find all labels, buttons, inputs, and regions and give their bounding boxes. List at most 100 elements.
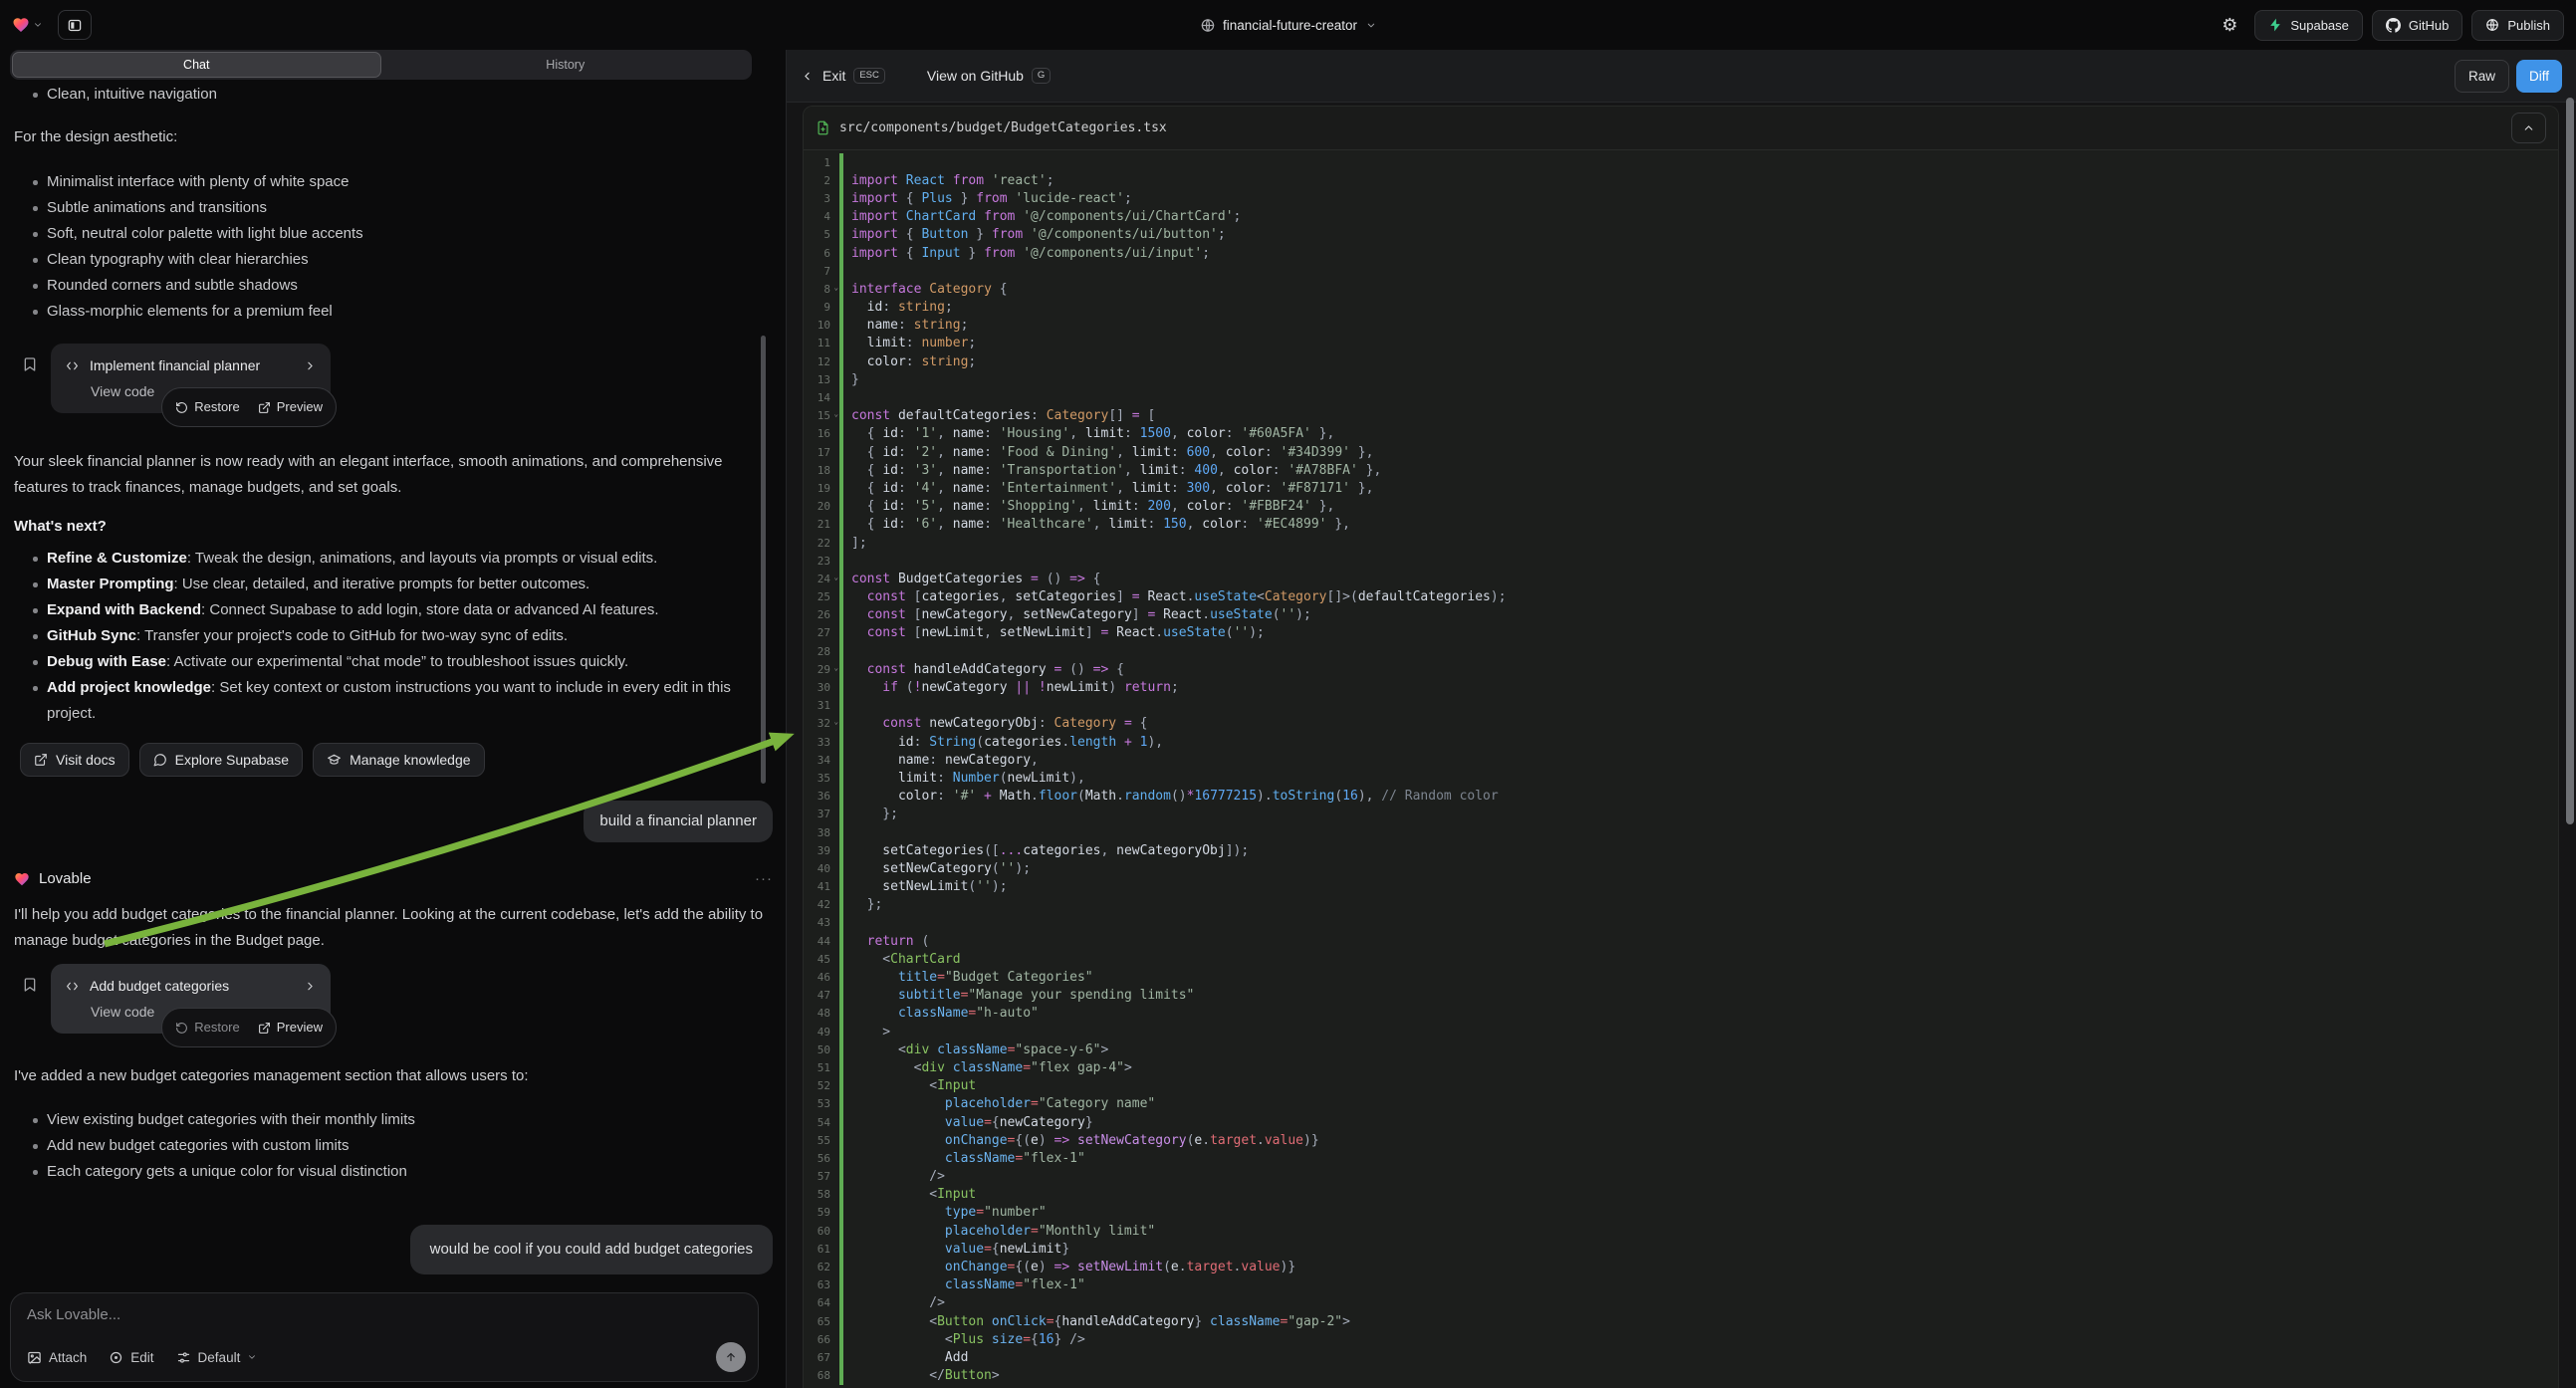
tab-chat[interactable]: Chat — [12, 52, 381, 78]
sliders-icon — [176, 1350, 191, 1365]
external-link-icon — [258, 1022, 271, 1035]
supabase-button[interactable]: Supabase — [2254, 10, 2363, 41]
restore-preview-pill: Restore Preview — [161, 387, 337, 427]
add-budget-categories-card[interactable]: Add budget categories View code Restore … — [51, 964, 331, 1034]
more-menu-icon[interactable]: ··· — [755, 866, 773, 892]
view-on-github-button[interactable]: View on GitHub G — [927, 68, 1051, 84]
chevron-down-icon — [247, 1352, 257, 1362]
bookmark-icon[interactable] — [22, 977, 38, 1034]
file-header[interactable]: src/components/budget/BudgetCategories.t… — [804, 107, 2558, 150]
chevron-right-icon — [304, 980, 317, 993]
chat-message-list[interactable]: Clean, intuitive navigation For the desi… — [0, 82, 787, 1292]
list-item: Add project knowledge: Set key context o… — [14, 675, 773, 727]
code-line: 43 — [804, 914, 2558, 932]
chat-panel: Chat History Clean, intuitive navigation… — [0, 50, 787, 1388]
restore-preview-pill: Restore Preview — [161, 1008, 337, 1047]
code-line: 46 title="Budget Categories" — [804, 968, 2558, 986]
top-bar: financial-future-creator ⚙ Supabase GitH… — [0, 0, 2576, 50]
code-line: 66 <Plus size={16} /> — [804, 1330, 2558, 1348]
code-line: 18 { id: '3', name: 'Transportation', li… — [804, 461, 2558, 479]
mode-selector[interactable]: Default — [176, 1350, 258, 1365]
code-line: 61 value={newLimit} — [804, 1240, 2558, 1258]
exit-button[interactable]: Exit ESC — [822, 68, 885, 84]
code-line: 15const defaultCategories: Category[] = … — [804, 407, 2558, 425]
github-button[interactable]: GitHub — [2372, 10, 2462, 41]
code-line: 36 color: '#' + Math.floor(Math.random()… — [804, 788, 2558, 806]
code-line: 1 — [804, 153, 2558, 171]
window-scrollbar[interactable] — [2566, 98, 2574, 824]
esc-key-badge: ESC — [853, 68, 885, 84]
project-switcher[interactable]: financial-future-creator — [1200, 18, 1376, 33]
code-line: 13} — [804, 370, 2558, 388]
code-line: 67 Add — [804, 1348, 2558, 1366]
send-button[interactable] — [716, 1342, 746, 1372]
globe-icon — [2485, 18, 2499, 32]
publish-button[interactable]: Publish — [2471, 10, 2564, 41]
code-line: 42 }; — [804, 896, 2558, 914]
code-line: 44 return ( — [804, 932, 2558, 950]
restore-button[interactable]: Restore — [175, 394, 240, 420]
collapse-file-button[interactable] — [2511, 113, 2546, 143]
tab-history[interactable]: History — [381, 52, 751, 78]
tool-card-title: Add budget categories — [90, 976, 229, 996]
code-icon — [65, 359, 80, 372]
code-editor[interactable]: 12import React from 'react';3import { Pl… — [804, 150, 2558, 1388]
restore-button[interactable]: Restore — [175, 1015, 240, 1041]
code-line: 68 </Button> — [804, 1367, 2558, 1385]
code-line: 14 — [804, 388, 2558, 406]
list-item: Rounded corners and subtle shadows — [14, 273, 773, 299]
code-line: 12 color: string; — [804, 352, 2558, 370]
lovable-logo-menu[interactable] — [12, 16, 43, 34]
graduation-cap-icon — [327, 753, 342, 767]
sidebar-toggle-button[interactable] — [58, 10, 92, 40]
user-message: would be cool if you could add budget ca… — [410, 1225, 773, 1274]
project-name: financial-future-creator — [1223, 18, 1357, 33]
implement-financial-planner-card[interactable]: Implement financial planner View code Re… — [51, 344, 331, 413]
code-line: 19 { id: '4', name: 'Entertainment', lim… — [804, 479, 2558, 497]
composer-placeholder[interactable]: Ask Lovable... — [27, 1306, 744, 1323]
attach-button[interactable]: Attach — [27, 1350, 87, 1365]
edit-button[interactable]: Edit — [109, 1350, 153, 1365]
diff-button[interactable]: Diff — [2516, 60, 2562, 93]
code-line: 24const BudgetCategories = () => { — [804, 570, 2558, 587]
settings-button[interactable]: ⚙ — [2214, 10, 2245, 40]
manage-knowledge-button[interactable]: Manage knowledge — [313, 743, 484, 777]
lovable-heart-icon — [12, 16, 30, 34]
chat-scrollbar[interactable] — [761, 336, 766, 784]
design-heading: For the design aesthetic: — [14, 124, 773, 150]
explore-supabase-button[interactable]: Explore Supabase — [139, 743, 303, 777]
list-item: Refine & Customize: Tweak the design, an… — [14, 546, 773, 572]
prompt-composer[interactable]: Ask Lovable... Attach Edit Default — [10, 1292, 759, 1382]
code-line: 30 if (!newCategory || !newLimit) return… — [804, 678, 2558, 696]
design-bullet-list: Minimalist interface with plenty of whit… — [14, 169, 773, 325]
file-path: src/components/budget/BudgetCategories.t… — [839, 120, 1167, 135]
help-paragraph: I'll help you add budget categories to t… — [14, 902, 773, 954]
raw-button[interactable]: Raw — [2455, 60, 2509, 93]
code-line: 55 onChange={(e) => setNewCategory(e.tar… — [804, 1131, 2558, 1149]
preview-button[interactable]: Preview — [258, 394, 323, 420]
code-line: 23 — [804, 552, 2558, 570]
lovable-heart-icon — [14, 871, 30, 887]
tool-card-title: Implement financial planner — [90, 355, 260, 375]
code-line: 53 placeholder="Category name" — [804, 1095, 2558, 1113]
code-line: 9 id: string; — [804, 299, 2558, 317]
tool-card-row: Implement financial planner View code Re… — [22, 344, 773, 413]
github-icon — [2386, 18, 2401, 33]
code-line: 47 subtitle="Manage your spending limits… — [804, 987, 2558, 1005]
list-item: Add new budget categories with custom li… — [14, 1133, 773, 1159]
user-message: build a financial planner — [584, 801, 773, 842]
code-line: 52 <Input — [804, 1077, 2558, 1095]
code-line: 32 const newCategoryObj: Category = { — [804, 715, 2558, 733]
code-line: 64 /> — [804, 1294, 2558, 1312]
code-line: 35 limit: Number(newLimit), — [804, 769, 2558, 787]
list-item: Expand with Backend: Connect Supabase to… — [14, 597, 773, 623]
preview-button[interactable]: Preview — [258, 1015, 323, 1041]
code-line: 50 <div className="space-y-6"> — [804, 1041, 2558, 1058]
chat-bubble-icon — [153, 753, 167, 767]
visit-docs-button[interactable]: Visit docs — [20, 743, 129, 777]
chevron-down-icon — [33, 20, 43, 30]
action-chip-row: Visit docs Explore Supabase Manage knowl… — [20, 743, 773, 777]
bookmark-icon[interactable] — [22, 356, 38, 413]
whats-next-list: Refine & Customize: Tweak the design, an… — [14, 546, 773, 727]
code-line: 25 const [categories, setCategories] = R… — [804, 588, 2558, 606]
